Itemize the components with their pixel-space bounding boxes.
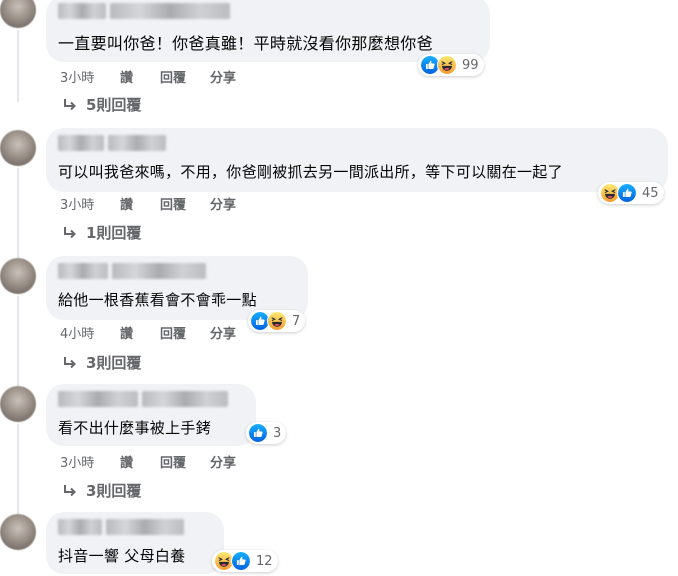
reply-arrow-icon — [62, 355, 78, 371]
reaction-summary[interactable]: 99 — [418, 54, 484, 76]
like-icon — [248, 423, 268, 443]
comment-text: 一直要叫你爸！你爸真雖！平時就沒看你那麼想你爸 — [58, 34, 433, 53]
view-replies-link[interactable]: 5則回覆 — [62, 94, 141, 115]
comment-bubble: 可以叫我爸來嗎，不用，你爸剛被抓去另一間派出所，等下可以關在一起了 — [46, 128, 668, 192]
comment-actions: 3小時 讚 回覆 分享 — [60, 194, 236, 213]
like-icon — [231, 551, 251, 571]
share-button[interactable]: 分享 — [210, 67, 236, 86]
avatar[interactable] — [0, 130, 36, 166]
comment-text: 可以叫我爸來嗎，不用，你爸剛被抓去另一間派出所，等下可以關在一起了 — [58, 163, 563, 181]
avatar[interactable] — [0, 514, 36, 550]
thread-line — [17, 168, 19, 258]
view-replies-link[interactable]: 3則回覆 — [62, 352, 141, 373]
like-button[interactable]: 讚 — [120, 194, 160, 213]
timestamp[interactable]: 3小時 — [60, 452, 120, 471]
view-replies-link[interactable]: 3則回覆 — [62, 480, 141, 501]
share-button[interactable]: 分享 — [210, 194, 236, 213]
comment-text: 看不出什麼事被上手銬 — [58, 419, 212, 437]
reply-arrow-icon — [62, 225, 78, 241]
haha-icon — [267, 311, 287, 331]
like-button[interactable]: 讚 — [120, 452, 160, 471]
reaction-count: 12 — [256, 553, 273, 569]
replies-count-label: 5則回覆 — [86, 96, 142, 114]
comment-bubble: 看不出什麼事被上手銬 — [46, 384, 256, 446]
reply-button[interactable]: 回覆 — [160, 67, 210, 86]
comment-bubble: 一直要叫你爸！你爸真雖！平時就沒看你那麼想你爸 — [46, 0, 490, 62]
reaction-count: 99 — [462, 57, 479, 73]
comment-text: 抖音一響 父母白養 — [58, 547, 186, 565]
replies-count-label: 3則回覆 — [86, 482, 142, 500]
reaction-count: 45 — [642, 185, 659, 201]
author-name-blurred[interactable] — [58, 519, 184, 537]
avatar[interactable] — [0, 258, 36, 294]
replies-count-label: 3則回覆 — [86, 354, 142, 372]
haha-icon — [437, 55, 457, 75]
author-name-blurred[interactable] — [58, 135, 166, 153]
reaction-summary[interactable]: 3 — [246, 422, 287, 444]
like-icon — [617, 183, 637, 203]
thread-line — [17, 424, 19, 516]
reaction-summary[interactable]: 7 — [248, 310, 306, 332]
timestamp[interactable]: 3小時 — [60, 194, 120, 213]
reply-button[interactable]: 回覆 — [160, 194, 210, 213]
reaction-count: 3 — [273, 425, 282, 441]
author-name-blurred[interactable] — [58, 391, 228, 409]
comment-actions: 3小時 讚 回覆 分享 — [60, 67, 236, 86]
share-button[interactable]: 分享 — [210, 452, 236, 471]
view-replies-link[interactable]: 1則回覆 — [62, 222, 141, 243]
timestamp[interactable]: 3小時 — [60, 67, 120, 86]
share-button[interactable]: 分享 — [210, 323, 236, 342]
comment-text: 給他一根香蕉看會不會乖一點 — [58, 291, 257, 309]
thread-line — [17, 30, 19, 102]
comment-actions: 3小時 讚 回覆 分享 — [60, 452, 236, 471]
avatar[interactable] — [0, 386, 36, 422]
timestamp[interactable]: 4小時 — [60, 323, 120, 342]
author-name-blurred[interactable] — [58, 263, 206, 281]
reaction-count: 7 — [292, 313, 301, 329]
like-button[interactable]: 讚 — [120, 323, 160, 342]
reply-arrow-icon — [62, 483, 78, 499]
thread-line — [17, 296, 19, 388]
reply-button[interactable]: 回覆 — [160, 452, 210, 471]
author-name-blurred[interactable] — [58, 3, 230, 21]
reaction-summary[interactable]: 12 — [212, 550, 278, 572]
avatar[interactable] — [0, 0, 36, 28]
reply-button[interactable]: 回覆 — [160, 323, 210, 342]
replies-count-label: 1則回覆 — [86, 224, 142, 242]
comment-actions: 4小時 讚 回覆 分享 — [60, 323, 236, 342]
like-button[interactable]: 讚 — [120, 67, 160, 86]
reaction-summary[interactable]: 45 — [598, 182, 664, 204]
reply-arrow-icon — [62, 97, 78, 113]
comment-bubble: 抖音一響 父母白養 — [46, 512, 224, 574]
